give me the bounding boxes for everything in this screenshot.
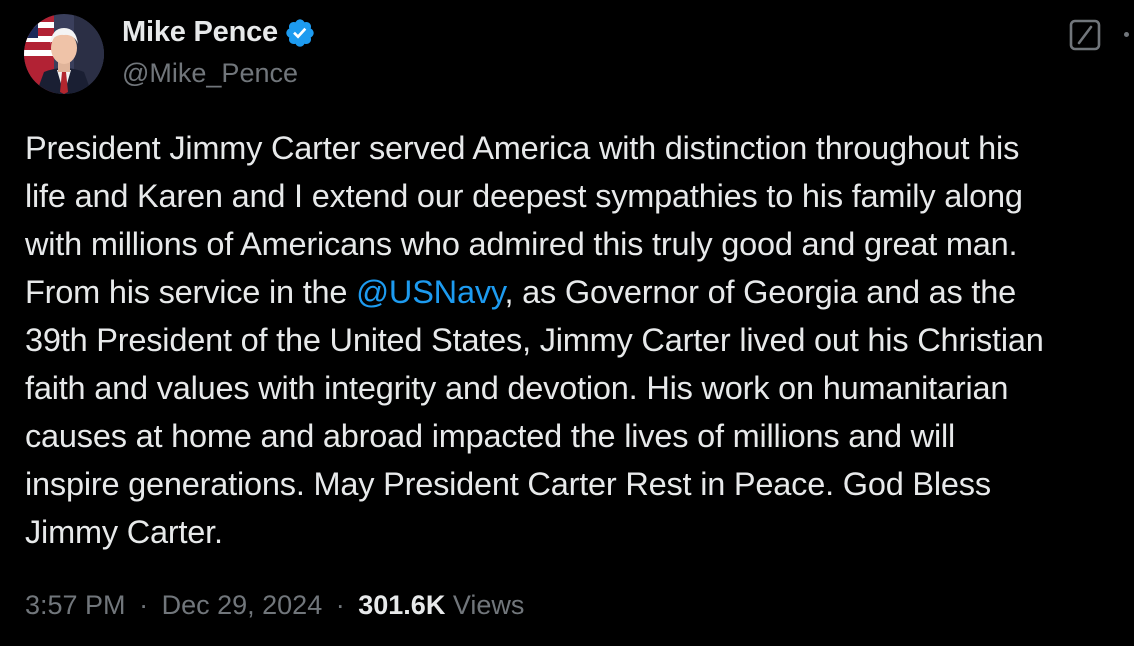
verified-badge-icon[interactable]	[284, 17, 316, 49]
tweet-text-line: Jimmy Carter.	[25, 514, 223, 550]
tweet-date[interactable]: Dec 29, 2024	[162, 590, 323, 620]
tweet-text-line: causes at home and abroad impacted the l…	[25, 418, 956, 454]
views-count: 301.6K	[358, 590, 446, 620]
mention-link-usnavy[interactable]: @USNavy	[356, 274, 505, 310]
tweet-meta: 3:57 PM · Dec 29, 2024 · 301.6K Views	[25, 590, 524, 621]
tweet-text-line: with millions of Americans who admired t…	[25, 226, 1018, 262]
author-handle[interactable]: @Mike_Pence	[122, 58, 298, 89]
more-icon[interactable]	[1124, 32, 1129, 37]
avatar[interactable]	[24, 14, 104, 94]
author-display-name[interactable]: Mike Pence	[122, 16, 278, 49]
tweet-text-line: life and Karen and I extend our deepest …	[25, 178, 1023, 214]
tweet-text-line: inspire generations. May President Carte…	[25, 466, 991, 502]
views-label: Views	[452, 590, 525, 620]
grok-icon[interactable]	[1068, 18, 1102, 52]
meta-separator: ·	[335, 590, 345, 620]
meta-separator: ·	[139, 590, 149, 620]
tweet-article: Mike Pence @Mike_Pence President Jimmy C…	[0, 0, 1134, 646]
tweet-text: President Jimmy Carter served America wi…	[25, 124, 1134, 556]
tweet-text-line: From his service in the @USNavy, as Gove…	[25, 274, 1017, 310]
tweet-text-line: faith and values with integrity and devo…	[25, 370, 1009, 406]
avatar-image	[24, 14, 104, 94]
author-name-row: Mike Pence	[122, 16, 316, 49]
tweet-text-line: 39th President of the United States, Jim…	[25, 322, 1044, 358]
tweet-text-line: President Jimmy Carter served America wi…	[25, 130, 1020, 166]
tweet-time[interactable]: 3:57 PM	[25, 590, 126, 620]
